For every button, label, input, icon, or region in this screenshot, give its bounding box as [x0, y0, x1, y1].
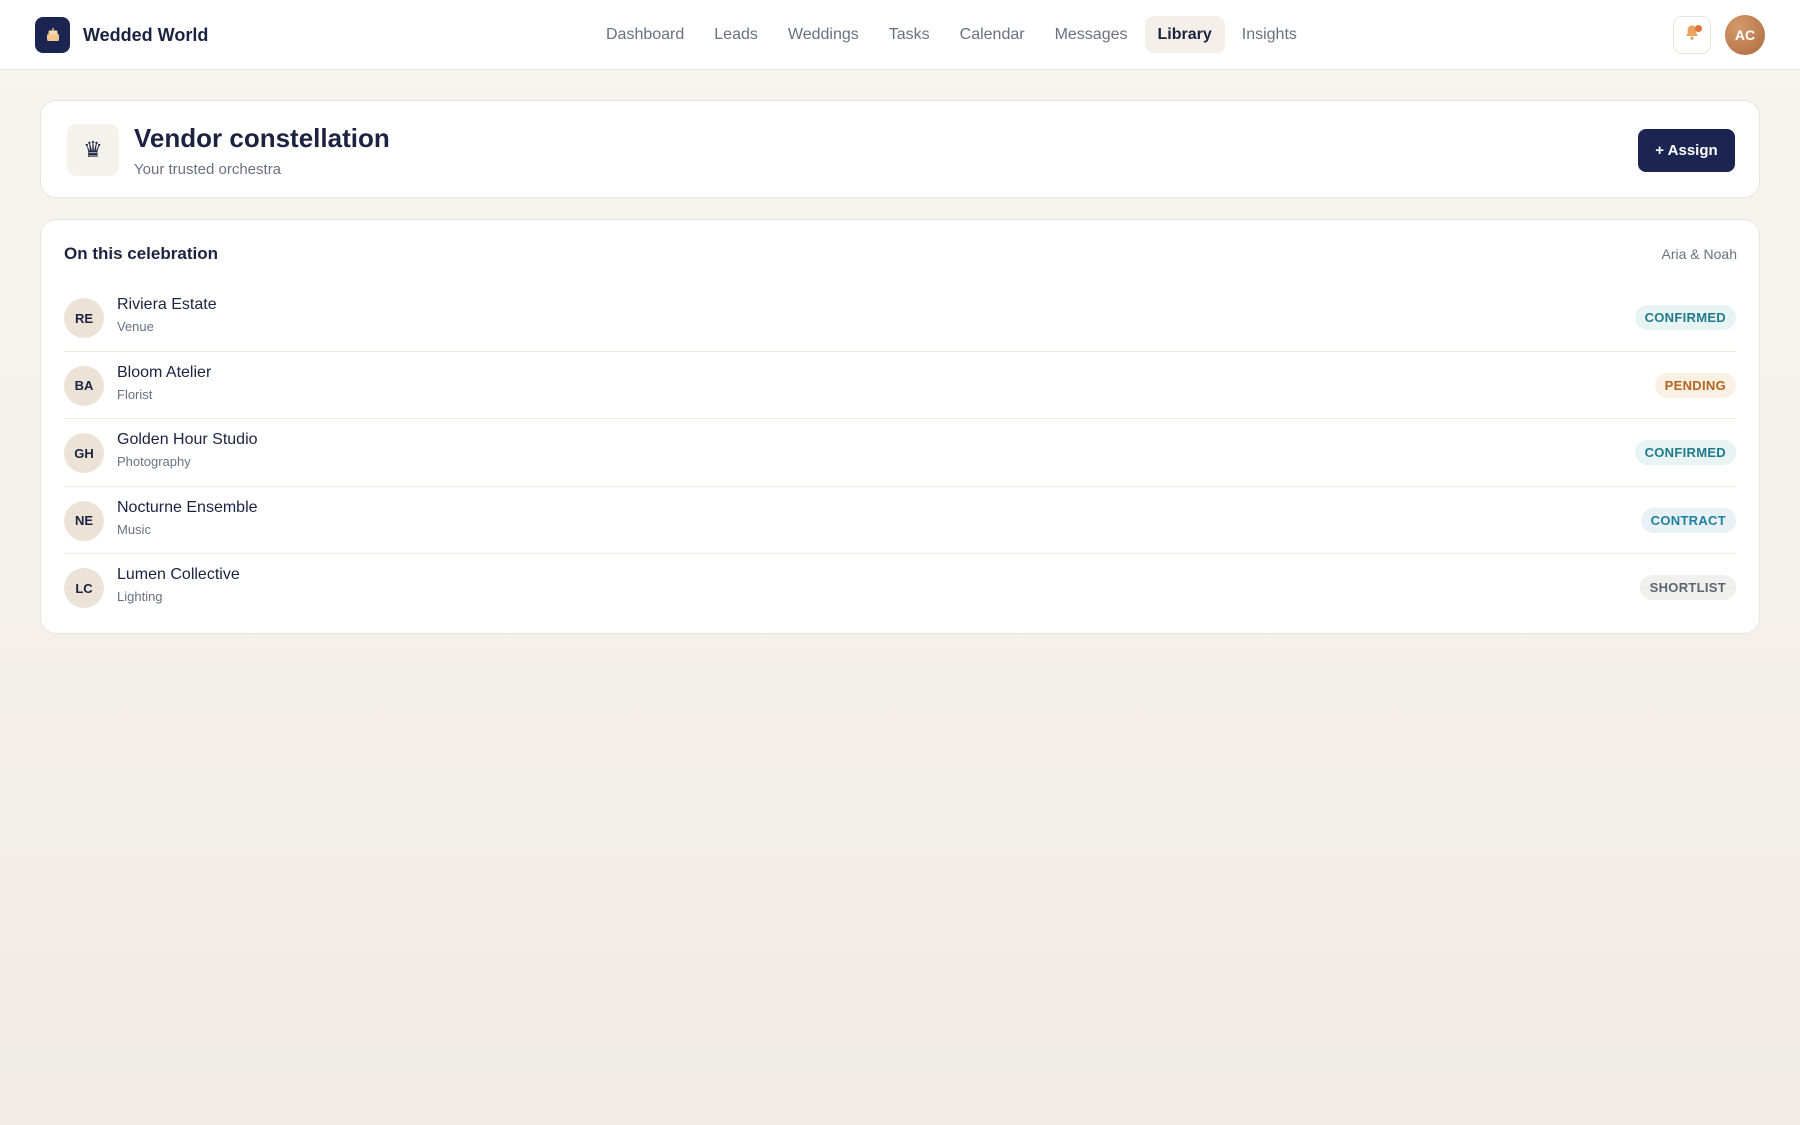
vendor-row[interactable]: RE Riviera Estate Venue CONFIRMED [64, 284, 1736, 352]
section-title: On this celebration [64, 244, 218, 263]
nav-item-insights[interactable]: Insights [1229, 16, 1310, 53]
vendor-category: Music [117, 521, 151, 537]
nav-item-tasks[interactable]: Tasks [876, 16, 943, 53]
vendor-row[interactable]: BA Bloom Atelier Florist PENDING [64, 352, 1736, 419]
assign-button[interactable]: + Assign [1638, 129, 1735, 172]
top-navigation-bar: Wedded World Dashboard Leads Weddings Ta… [0, 0, 1800, 70]
status-badge: SHORTLIST [1639, 575, 1736, 600]
crown-icon: ♛ [67, 124, 119, 176]
user-avatar[interactable]: AC [1725, 15, 1765, 55]
vendor-name: Lumen Collective [117, 566, 240, 583]
notifications-button[interactable] [1673, 16, 1711, 54]
vendor-list: RE Riviera Estate Venue CONFIRMED BA Blo… [64, 284, 1736, 622]
vendor-category: Photography [117, 454, 191, 469]
status-badge: CONFIRMED [1634, 305, 1736, 330]
couple-name: Aria & Noah [1661, 246, 1737, 262]
vendor-category: Venue [117, 319, 154, 334]
vendor-name: Riviera Estate [117, 296, 217, 313]
status-badge: PENDING [1654, 372, 1736, 398]
vendor-name: Nocturne Ensemble [117, 498, 258, 516]
page-subtitle: Your trusted orchestra [134, 161, 282, 178]
main-nav: Dashboard Leads Weddings Tasks Calendar … [593, 16, 1314, 53]
vendor-header-card: ♛ Vendor constellation Your trusted orch… [40, 100, 1760, 198]
vendor-row[interactable]: NE Nocturne Ensemble Music CONTRACT [64, 487, 1736, 554]
vendor-row[interactable]: GH Golden Hour Studio Photography CONFIR… [64, 419, 1736, 487]
vendor-avatar: RE [64, 298, 104, 338]
vendor-category: Florist [117, 386, 153, 402]
nav-item-calendar[interactable]: Calendar [947, 16, 1038, 53]
status-badge: CONTRACT [1640, 507, 1736, 533]
brand[interactable]: Wedded World [35, 17, 208, 53]
nav-item-weddings[interactable]: Weddings [775, 16, 872, 53]
vendor-row[interactable]: LC Lumen Collective Lighting SHORTLIST [64, 554, 1736, 622]
nav-item-dashboard[interactable]: Dashboard [593, 16, 697, 53]
vendor-name: Bloom Atelier [117, 363, 212, 381]
vendor-avatar: GH [64, 433, 104, 473]
vendor-category: Lighting [117, 589, 163, 604]
notification-dot [1695, 25, 1702, 32]
vendor-avatar: BA [64, 365, 104, 406]
app-name: Wedded World [83, 24, 209, 45]
page-title: Vendor constellation [134, 123, 390, 153]
vendor-avatar: NE [64, 500, 104, 541]
vendor-avatar: LC [64, 568, 104, 608]
nav-item-library[interactable]: Library [1144, 16, 1225, 53]
vendor-name: Golden Hour Studio [117, 431, 258, 448]
vendor-list-card: On this celebration Aria & Noah RE Rivie… [40, 219, 1760, 634]
status-badge: CONFIRMED [1634, 440, 1736, 465]
nav-item-leads[interactable]: Leads [701, 16, 771, 53]
nav-item-messages[interactable]: Messages [1042, 16, 1141, 53]
cake-icon [35, 17, 70, 53]
